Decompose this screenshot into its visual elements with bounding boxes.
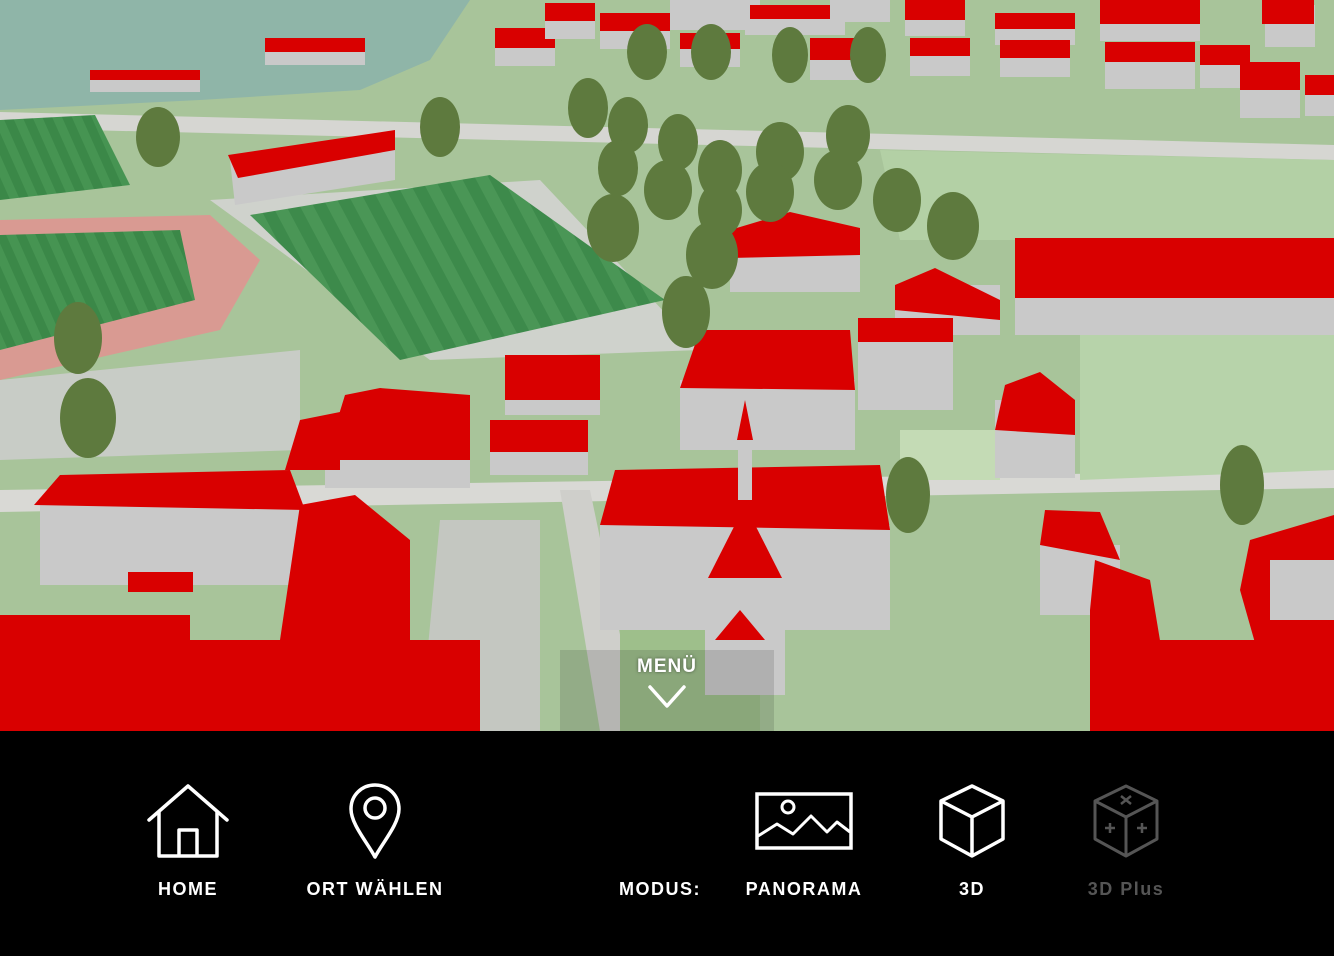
map-pin-icon [349,783,401,859]
home-button[interactable]: HOME [138,731,238,956]
mode-panorama-label: PANORAMA [745,879,863,899]
mode-3d-label: 3D [958,879,985,899]
mode-panorama-button[interactable]: PANORAMA [746,731,861,956]
menu-toggle-button[interactable]: MENÜ [617,652,717,726]
bottom-menu-bar: HOME ORT WÄHLEN MODUS: PANORAMA 3D 3D Pl… [0,731,1334,956]
menu-toggle-label: MENÜ [637,656,697,677]
mode-label: MODUS: [619,879,701,899]
cube-plus-icon [1093,784,1159,858]
image-icon [755,792,853,850]
3d-map-view[interactable] [0,0,1334,731]
mode-3d-plus-label: 3D Plus [1087,879,1165,899]
chevron-down-icon [648,685,686,708]
choose-location-label: ORT WÄHLEN [306,879,444,899]
mode-3d-plus-button: 3D Plus [1076,731,1176,956]
home-label: HOME [158,879,218,899]
home-icon [147,784,229,858]
mode-3d-button[interactable]: 3D [922,731,1022,956]
choose-location-button[interactable]: ORT WÄHLEN [307,731,442,956]
map-canvas[interactable] [0,0,1334,731]
cube-icon [939,784,1005,858]
